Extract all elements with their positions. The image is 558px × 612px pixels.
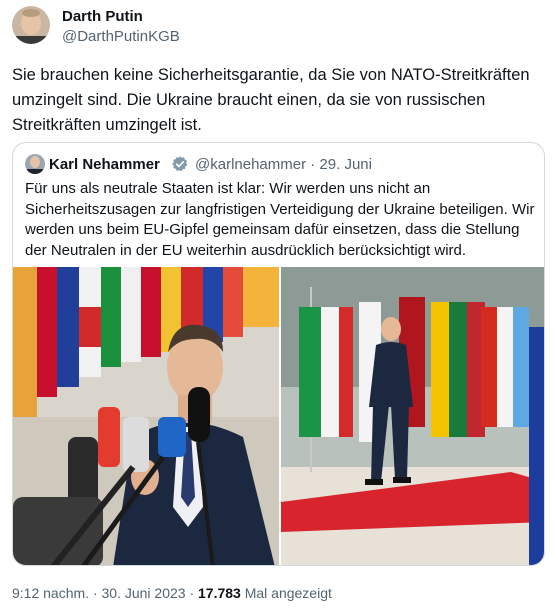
- quoted-tweet-text: Für uns als neutrale Staaten ist klar: W…: [25, 180, 535, 259]
- author-avatar[interactable]: [12, 6, 50, 44]
- quoted-handle-date[interactable]: @karlnehammer · 29. Juni: [195, 156, 372, 173]
- tweet-footer: 9:12 nachm. · 30. Juni 2023 · 17.783 Mal…: [12, 585, 332, 601]
- view-count-label: Mal angezeigt: [240, 585, 332, 601]
- view-count: 17.783: [198, 585, 241, 601]
- tweet-text: Sie brauchen keine Sicherheitsgarantie, …: [12, 66, 530, 134]
- tweet-timestamp[interactable]: 9:12 nachm. · 30. Juni 2023 ·: [12, 585, 198, 601]
- quoted-author-avatar[interactable]: [25, 154, 45, 174]
- author-handle[interactable]: @DarthPutinKGB: [62, 28, 180, 45]
- quoted-author-name[interactable]: Karl Nehammer: [49, 156, 160, 173]
- red-carpet-flags-photo[interactable]: [281, 267, 544, 565]
- quoted-tweet[interactable]: Karl Nehammer @karlnehammer · 29. Juni F…: [12, 142, 545, 566]
- author-display-name[interactable]: Darth Putin: [62, 8, 143, 25]
- verified-badge-icon: [171, 155, 189, 173]
- press-conference-photo[interactable]: [13, 267, 279, 565]
- tweet-card[interactable]: Darth Putin @DarthPutinKGB Sie brauchen …: [0, 0, 558, 612]
